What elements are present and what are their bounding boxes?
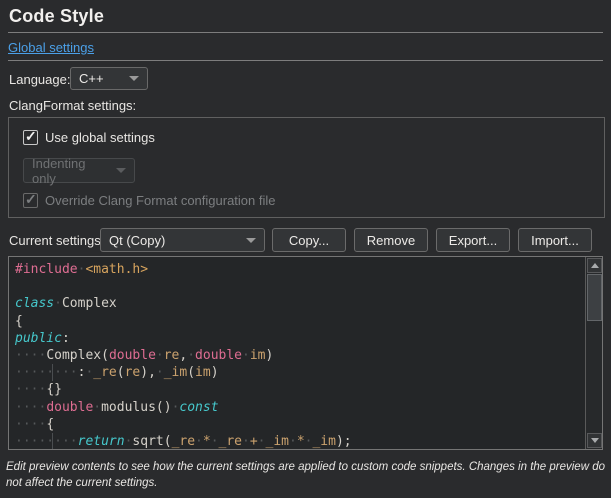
use-global-settings-label: Use global settings bbox=[45, 130, 155, 145]
formatting-mode-value: Indenting only bbox=[32, 156, 108, 186]
code-preview-content[interactable]: #include·<math.h>class·Complex{public:··… bbox=[9, 257, 585, 449]
current-settings-value: Qt (Copy) bbox=[109, 233, 165, 248]
language-dropdown-value: C++ bbox=[79, 71, 104, 86]
code-line[interactable]: public: bbox=[15, 330, 585, 347]
global-settings-link[interactable]: Global settings bbox=[8, 40, 94, 55]
use-global-settings-checkbox[interactable]: ✓ Use global settings bbox=[23, 130, 155, 145]
code-line[interactable]: ········return·sqrt(_re·*·_re·+·_im·*·_i… bbox=[15, 433, 585, 449]
triangle-up-icon bbox=[591, 263, 599, 268]
copy-button[interactable]: Copy... bbox=[272, 228, 346, 252]
indent-guide bbox=[52, 364, 53, 381]
footer-description: Edit preview contents to see how the cur… bbox=[6, 459, 606, 491]
checkbox-box[interactable]: ✓ bbox=[23, 130, 38, 145]
code-style-settings-page: Code Style Global settings Language: C++… bbox=[0, 0, 611, 498]
code-line[interactable]: ····Complex(double·re,·double·im) bbox=[15, 347, 585, 364]
chevron-down-icon bbox=[246, 238, 256, 243]
override-clang-format-checkbox: ✓ Override Clang Format configuration fi… bbox=[23, 193, 276, 208]
code-line[interactable]: ····{ bbox=[15, 416, 585, 433]
divider bbox=[8, 60, 603, 61]
export-button[interactable]: Export... bbox=[436, 228, 510, 252]
code-preview-editor[interactable]: #include·<math.h>class·Complex{public:··… bbox=[8, 256, 603, 450]
code-line[interactable] bbox=[15, 278, 585, 295]
override-clang-format-label: Override Clang Format configuration file bbox=[45, 193, 276, 208]
chevron-down-icon bbox=[129, 76, 139, 81]
checkbox-box: ✓ bbox=[23, 193, 38, 208]
remove-button[interactable]: Remove bbox=[354, 228, 428, 252]
triangle-down-icon bbox=[591, 438, 599, 443]
import-button[interactable]: Import... bbox=[518, 228, 592, 252]
scroll-down-button[interactable] bbox=[587, 433, 602, 448]
checkmark-icon: ✓ bbox=[25, 128, 37, 145]
code-line[interactable]: class·Complex bbox=[15, 295, 585, 312]
code-line[interactable]: ····{} bbox=[15, 381, 585, 398]
chevron-down-icon bbox=[116, 168, 126, 173]
current-settings-dropdown[interactable]: Qt (Copy) bbox=[100, 228, 265, 252]
clangformat-settings-label: ClangFormat settings: bbox=[9, 98, 136, 113]
language-dropdown[interactable]: C++ bbox=[70, 67, 148, 90]
code-line[interactable]: #include·<math.h> bbox=[15, 261, 585, 278]
code-line[interactable]: { bbox=[15, 313, 585, 330]
clangformat-group-box: ✓ Use global settings Indenting only ✓ O… bbox=[8, 117, 605, 218]
formatting-mode-dropdown: Indenting only bbox=[23, 158, 135, 183]
indent-guide bbox=[52, 433, 53, 449]
language-label: Language: bbox=[9, 72, 70, 87]
code-line[interactable]: ········:·_re(re),·_im(im) bbox=[15, 364, 585, 381]
checkmark-icon: ✓ bbox=[25, 191, 37, 208]
code-line[interactable]: ····double·modulus()·const bbox=[15, 399, 585, 416]
current-settings-label: Current settings: bbox=[9, 233, 104, 248]
divider bbox=[8, 32, 603, 33]
scroll-up-button[interactable] bbox=[587, 258, 602, 273]
page-title: Code Style bbox=[9, 6, 104, 27]
vertical-scrollbar[interactable] bbox=[585, 257, 602, 449]
scrollbar-thumb[interactable] bbox=[587, 274, 602, 321]
